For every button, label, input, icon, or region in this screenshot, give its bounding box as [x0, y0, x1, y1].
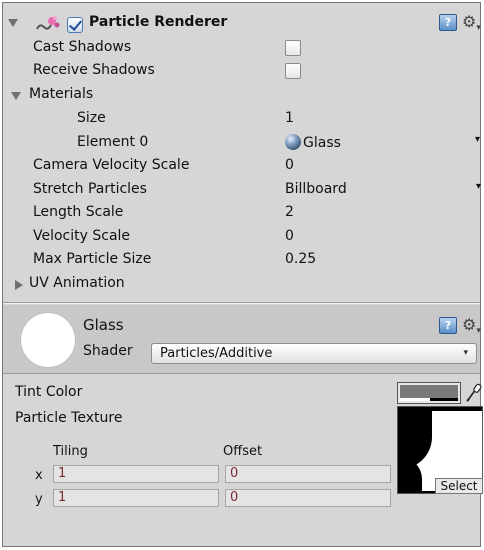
offset-y-field[interactable]: 0 [225, 489, 391, 507]
shader-dropdown-value: Particles/Additive [160, 346, 273, 361]
velocity-scale-value[interactable]: 0 [285, 228, 294, 244]
length-scale-label: Length Scale [33, 204, 124, 220]
offset-x-field[interactable]: 0 [225, 465, 391, 483]
uv-animation-foldout-arrow[interactable] [15, 280, 23, 290]
max-particle-size-value[interactable]: 0.25 [285, 251, 316, 267]
sphere-icon [285, 134, 301, 150]
offset-label: Offset [223, 444, 263, 459]
materials-size-value[interactable]: 1 [285, 110, 294, 126]
shader-label: Shader [83, 343, 133, 359]
stretch-dropdown-arrow-icon[interactable]: ▾ [476, 181, 481, 192]
materials-foldout-label[interactable]: Materials [29, 86, 93, 102]
tint-color-swatch[interactable] [397, 382, 461, 404]
section-divider-highlight [3, 303, 480, 304]
cast-shadows-checkbox[interactable] [285, 40, 301, 56]
inspector-panel: Particle Renderer ? ⚙▾ Cast Shadows Rece… [2, 2, 483, 547]
materials-size-label: Size [77, 110, 106, 126]
velocity-scale-label: Velocity Scale [33, 228, 131, 244]
shader-dropdown[interactable]: Particles/Additive ▾ [151, 343, 477, 364]
gear-icon[interactable]: ⚙▾ [462, 14, 481, 34]
shader-dropdown-arrow-icon: ▾ [463, 348, 468, 358]
texture-select-button[interactable]: Select [435, 478, 483, 494]
materials-foldout-arrow[interactable] [11, 92, 21, 100]
material-gear-icon[interactable]: ⚙▾ [462, 317, 481, 337]
component-title: Particle Renderer [89, 14, 228, 30]
eyedropper-icon[interactable] [465, 381, 483, 403]
element-0-value: Glass [303, 135, 341, 151]
material-help-icon[interactable]: ? [439, 317, 457, 334]
object-picker-icon[interactable]: ▾ [475, 134, 480, 145]
x-row-label: x [35, 468, 43, 483]
particle-renderer-icon [35, 15, 61, 35]
material-preview-thumbnail [21, 313, 75, 367]
camera-velocity-scale-value[interactable]: 0 [285, 157, 294, 173]
help-icon[interactable]: ? [439, 14, 457, 31]
element-0-label: Element 0 [77, 134, 149, 150]
tint-alpha-remainder [430, 398, 458, 401]
max-particle-size-label: Max Particle Size [33, 251, 152, 267]
stretch-particles-dropdown[interactable]: Billboard [285, 181, 347, 197]
particle-texture-label: Particle Texture [15, 410, 123, 426]
material-divider [3, 373, 480, 374]
stretch-particles-label: Stretch Particles [33, 181, 147, 197]
component-collapse-arrow[interactable] [8, 19, 18, 27]
receive-shadows-checkbox[interactable] [285, 63, 301, 79]
receive-shadows-label: Receive Shadows [33, 62, 155, 78]
uv-animation-foldout-label[interactable]: UV Animation [29, 275, 125, 291]
y-row-label: y [35, 492, 43, 507]
tiling-x-field[interactable]: 1 [53, 465, 219, 483]
tiling-label: Tiling [53, 444, 88, 459]
tiling-y-field[interactable]: 1 [53, 489, 219, 507]
tint-color-label: Tint Color [15, 384, 83, 400]
component-enabled-checkbox[interactable] [67, 17, 83, 33]
tint-alpha-bar [400, 398, 430, 401]
length-scale-value[interactable]: 2 [285, 204, 294, 220]
camera-velocity-scale-label: Camera Velocity Scale [33, 157, 190, 173]
tint-color-fill [400, 385, 458, 398]
material-name: Glass [83, 316, 124, 334]
cast-shadows-label: Cast Shadows [33, 39, 132, 55]
element-0-field[interactable]: Glass [285, 134, 341, 151]
